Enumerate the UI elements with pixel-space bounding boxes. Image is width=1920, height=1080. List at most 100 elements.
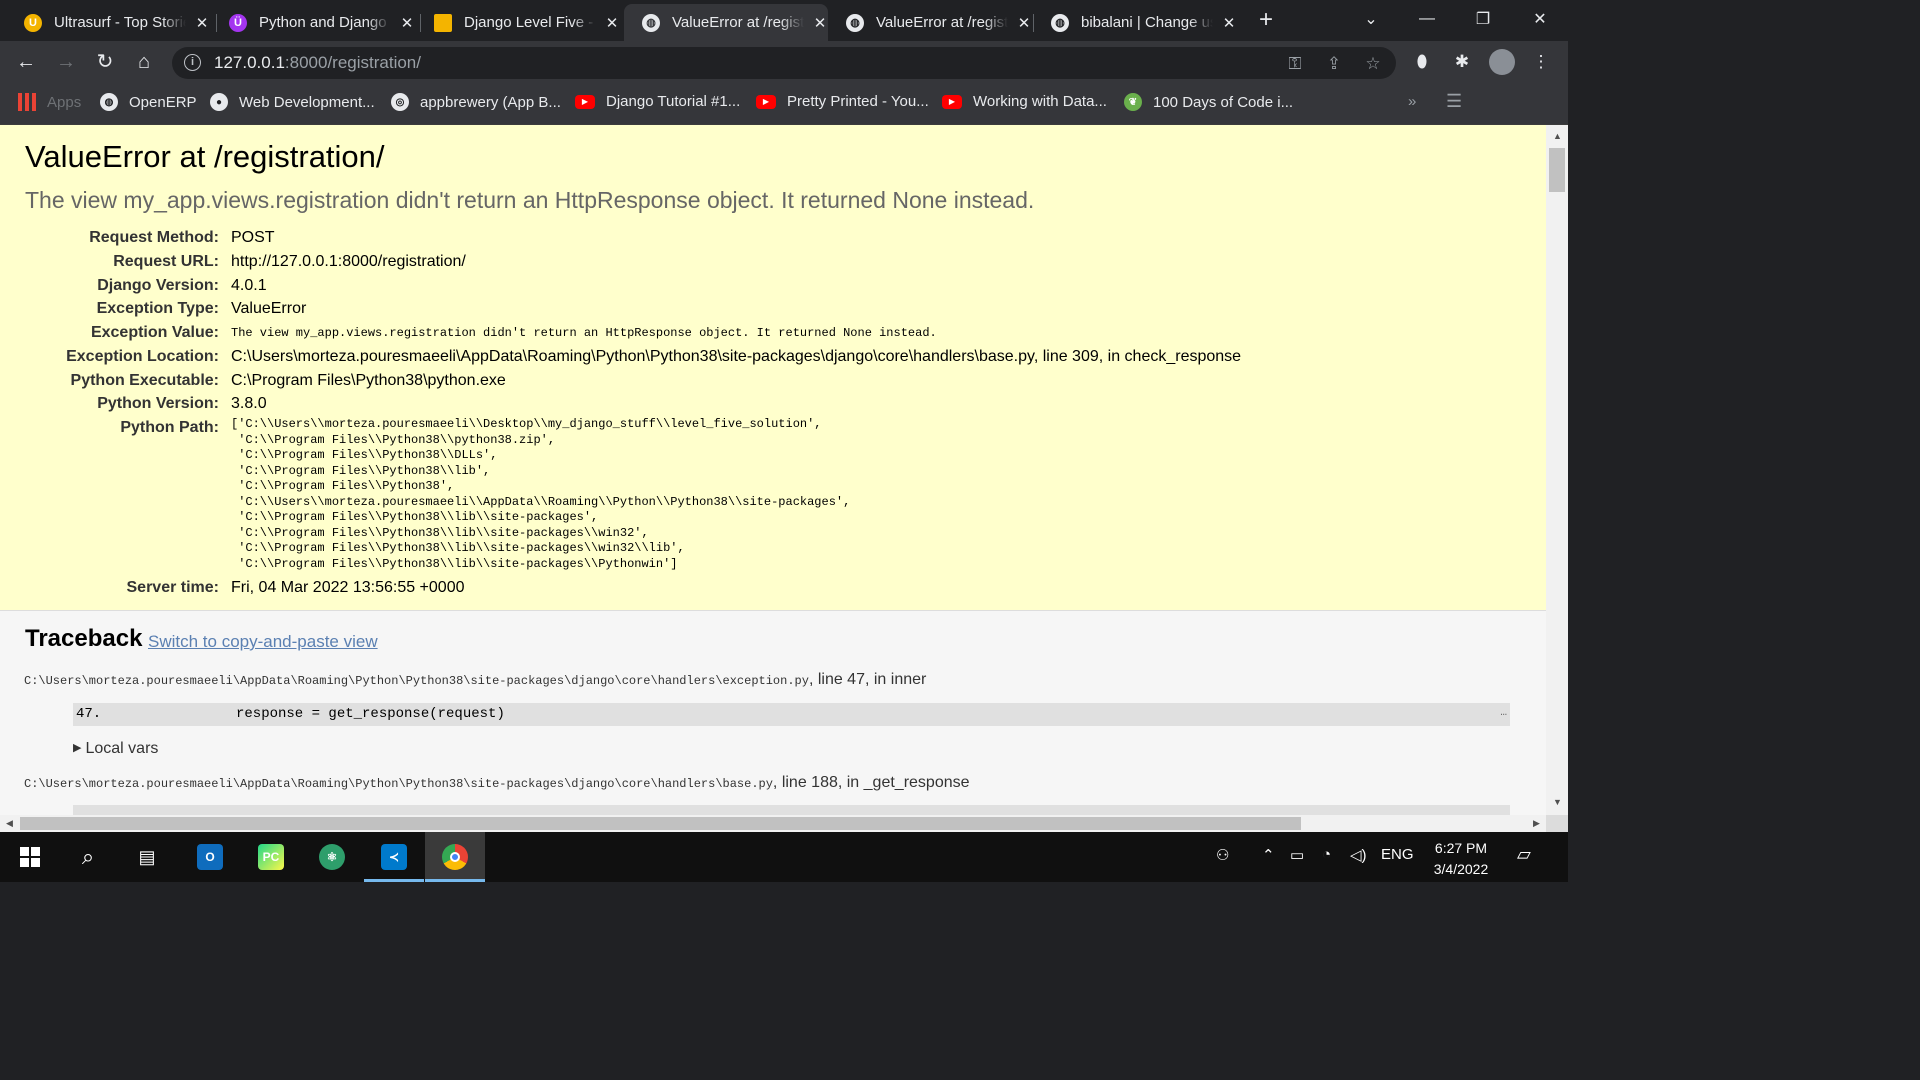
vertical-scrollbar[interactable]: ▲ ▼ [1546, 125, 1568, 815]
atom-icon[interactable]: ⚛ [302, 832, 362, 882]
chevron-up-icon[interactable]: ⌃ [1262, 846, 1275, 864]
meta-key: Python Path: [120, 419, 219, 436]
reading-list-icon[interactable]: ☰ [1446, 91, 1462, 112]
meta-key: Exception Location: [66, 348, 219, 365]
vertical-scroll-thumb[interactable] [1549, 148, 1565, 192]
battery-icon[interactable]: ▭ [1290, 846, 1304, 864]
close-icon[interactable]: ✕ [1016, 15, 1032, 32]
close-window-icon[interactable]: ✕ [1512, 0, 1568, 38]
context-line[interactable]: 47. response = get_response(request) … [73, 703, 1510, 726]
extensions-puzzle-icon[interactable]: ✱ [1451, 51, 1473, 73]
tab-bibalani[interactable]: ◍ bibalani | Change user ✕ [1033, 4, 1237, 41]
frame-file-path: C:\Users\morteza.pouresmaeeli\AppData\Ro… [24, 674, 809, 688]
bookmark-openerp[interactable]: ◍ OpenERP [100, 93, 197, 111]
tab-valueerror-active[interactable]: ◍ ValueError at /registration/ ✕ [624, 4, 828, 41]
close-icon[interactable]: ✕ [1221, 15, 1237, 32]
apps-grid-icon [18, 93, 36, 111]
clock[interactable]: 6:27 PM 3/4/2022 [1418, 838, 1504, 880]
address-bar[interactable]: i 127.0.0.1:8000/registration/ ⚿ ⇪ ☆ [172, 47, 1396, 79]
tab-valueerror[interactable]: ◍ ValueError at /registration/ ✕ [828, 4, 1032, 41]
notifications-icon[interactable]: ▱ [1517, 844, 1531, 865]
error-message: The view my_app.views.registration didn'… [25, 187, 1035, 213]
meta-value: C:\Users\morteza.pouresmaeeli\AppData\Ro… [231, 348, 1242, 365]
forward-icon[interactable]: → [54, 50, 78, 74]
search-icon[interactable]: ⌕ [58, 832, 118, 882]
pycharm-icon[interactable]: PC [241, 832, 301, 882]
scroll-left-icon[interactable]: ◀ [6, 818, 13, 829]
meta-key: Exception Type: [96, 300, 219, 317]
youtube-icon: ▶ [756, 94, 776, 109]
url-text[interactable]: 127.0.0.1:8000/registration/ [214, 53, 421, 73]
people-icon[interactable]: ⚇ [1216, 846, 1229, 864]
wifi-icon[interactable]: ◔ [1322, 846, 1331, 863]
expand-context-icon[interactable]: … [1500, 707, 1507, 719]
horizontal-scrollbar[interactable]: ◀ ▶ [0, 815, 1546, 832]
tab-django-level-five[interactable]: Django Level Five - Google Slides ✕ [416, 4, 620, 41]
udemy-icon: Ü [229, 13, 247, 32]
web-dev-icon: ● [210, 93, 228, 111]
reload-icon[interactable]: ↻ [93, 50, 117, 74]
back-icon[interactable]: ← [14, 50, 38, 74]
chrome-icon[interactable] [425, 832, 485, 882]
traceback-frame-location: C:\Users\morteza.pouresmaeeli\AppData\Ro… [24, 774, 970, 792]
meta-key: Server time: [126, 579, 220, 596]
switch-copy-paste-link[interactable]: Switch to copy-and-paste view [148, 632, 378, 652]
traceback-heading: Traceback [25, 625, 143, 652]
close-icon[interactable]: ✕ [812, 15, 828, 32]
globe-icon: ◍ [846, 13, 864, 32]
site-info-icon[interactable]: i [184, 54, 201, 71]
close-icon[interactable]: ✕ [399, 15, 415, 32]
bookmark-working-with-data[interactable]: ▶ Working with Data... [942, 93, 1107, 110]
frame-line-info: , line 188, in _get_response [772, 774, 970, 791]
share-icon[interactable]: ⇪ [1323, 53, 1345, 75]
meta-key: Request Method: [89, 229, 219, 246]
horizontal-scroll-thumb[interactable] [20, 817, 1301, 830]
bookmark-apps[interactable]: Apps [18, 93, 81, 111]
key-icon[interactable]: ⚿ [1284, 53, 1306, 75]
meta-key: Python Version: [97, 395, 219, 412]
line-number: 47. [76, 706, 102, 722]
ultrasurf-icon: U [24, 13, 42, 32]
restore-icon[interactable]: ❐ [1455, 0, 1511, 38]
bookmark-star-icon[interactable]: ☆ [1362, 53, 1384, 75]
bookmark-100-days-of-code[interactable]: ❦ 100 Days of Code i... [1124, 93, 1293, 111]
local-vars-toggle[interactable]: ▶ Local vars [73, 740, 158, 758]
minimize-icon[interactable]: — [1399, 0, 1455, 38]
frame-line-info: , line 47, in inner [808, 671, 927, 688]
tab-ultrasurf[interactable]: U Ultrasurf - Top Stories ✕ [6, 4, 210, 41]
url-host: 127.0.0.1 [214, 53, 285, 72]
youtube-icon: ▶ [575, 94, 595, 109]
close-icon[interactable]: ✕ [604, 15, 620, 32]
outlook-icon[interactable]: O [180, 832, 240, 882]
volume-icon[interactable]: ◁) [1350, 846, 1367, 864]
slides-icon [434, 13, 452, 32]
bookmark-web-development[interactable]: ● Web Development... [210, 93, 375, 111]
tab-python-django[interactable]: Ü Python and Django Full Stack ✕ [211, 4, 415, 41]
vscode-icon[interactable]: ≺ [364, 832, 424, 882]
context-line[interactable] [73, 805, 1510, 815]
clock-time: 6:27 PM [1434, 840, 1488, 856]
scroll-right-icon[interactable]: ▶ [1533, 818, 1540, 829]
new-tab-button[interactable]: + [1254, 8, 1278, 32]
clock-date: 3/4/2022 [1433, 861, 1489, 877]
menu-kebab-icon[interactable]: ⋮ [1530, 51, 1552, 73]
more-bookmarks-icon[interactable]: » [1408, 93, 1416, 110]
meta-key: Exception Value: [90, 324, 219, 341]
bookmark-pretty-printed[interactable]: ▶ Pretty Printed - You... [756, 93, 929, 110]
bookmark-appbrewery[interactable]: ◎ appbrewery (App B... [391, 93, 561, 111]
tab-search-icon[interactable]: ⌄ [1343, 0, 1399, 38]
tab-title: Python and Django Full Stack [259, 14, 391, 31]
home-icon[interactable]: ⌂ [132, 50, 156, 74]
globe-icon: ◍ [1051, 13, 1069, 32]
page-content: ValueError at /registration/ The view my… [0, 125, 1546, 815]
task-view-icon[interactable]: ▤ [117, 832, 177, 882]
scroll-up-icon[interactable]: ▲ [1553, 131, 1562, 141]
profile-avatar[interactable] [1489, 49, 1515, 75]
extension-bug-icon[interactable]: ⬮ [1411, 51, 1433, 73]
language-indicator[interactable]: ENG [1381, 846, 1414, 863]
meta-value: Fri, 04 Mar 2022 13:56:55 +0000 [231, 579, 465, 596]
scroll-down-icon[interactable]: ▼ [1553, 797, 1562, 807]
bookmark-django-tutorial[interactable]: ▶ Django Tutorial #1... [575, 93, 740, 110]
close-icon[interactable]: ✕ [194, 15, 210, 32]
windows-start-icon[interactable] [0, 832, 60, 882]
